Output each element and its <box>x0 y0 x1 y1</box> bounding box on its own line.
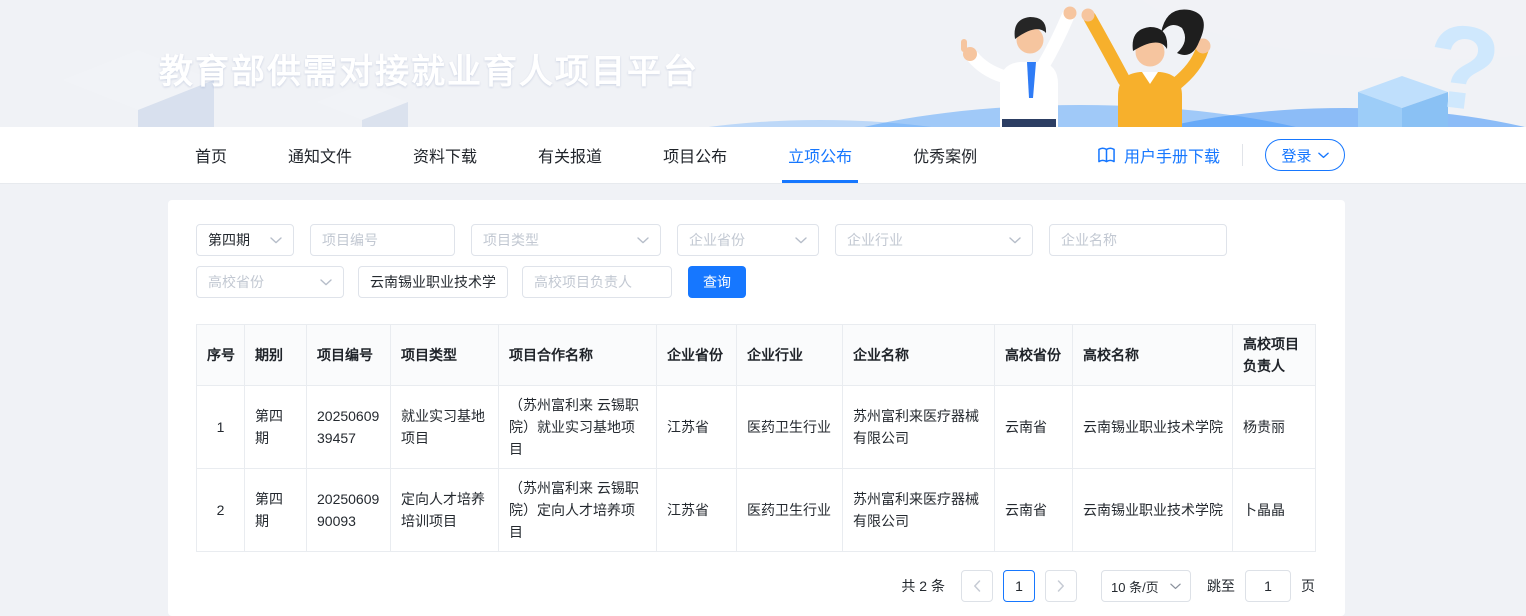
project-type-select-placeholder: 项目类型 <box>483 230 539 250</box>
chevron-down-icon <box>270 237 282 244</box>
cell-project-no: 2025060990093 <box>307 469 391 552</box>
chevron-right-icon <box>1057 580 1065 592</box>
total-count: 共 2 条 <box>901 576 945 596</box>
cell-period: 第四期 <box>245 386 307 469</box>
company-industry-select-placeholder: 企业行业 <box>847 230 903 250</box>
column-header-project-type: 项目类型 <box>391 325 499 386</box>
chevron-down-icon <box>320 279 332 286</box>
column-header-college-province: 高校省份 <box>995 325 1073 386</box>
jump-page-input[interactable] <box>1245 570 1291 602</box>
column-header-project-no: 项目编号 <box>307 325 391 386</box>
cell-company-province: 江苏省 <box>657 386 737 469</box>
nav-item-excellent-cases[interactable]: 优秀案例 <box>913 127 977 183</box>
chevron-down-icon <box>637 237 649 244</box>
cell-project-type: 定向人才培养培训项目 <box>391 469 499 552</box>
cell-company-name: 苏州富利来医疗器械有限公司 <box>843 469 995 552</box>
page-size-value: 10 条/页 <box>1111 577 1159 596</box>
company-province-select-placeholder: 企业省份 <box>689 230 745 250</box>
column-header-college-name: 高校名称 <box>1073 325 1233 386</box>
search-button[interactable]: 查询 <box>688 266 746 298</box>
chevron-left-icon <box>973 580 981 592</box>
cell-company-name: 苏州富利来医疗器械有限公司 <box>843 386 995 469</box>
nav-right: 用户手册下载 登录 <box>1097 139 1345 171</box>
cell-company-industry: 医药卫生行业 <box>737 386 843 469</box>
banner: ? 教育部供需对接就业育人项目平台 <box>0 0 1526 127</box>
cell-college-name: 云南锡业职业技术学院 <box>1073 386 1233 469</box>
filter-row-1: 第四期 项目类型 企业省份 企业行业 <box>196 224 1315 256</box>
nav-item-downloads[interactable]: 资料下载 <box>413 127 477 183</box>
column-header-cooperation-name: 项目合作名称 <box>499 325 657 386</box>
cell-cooperation-name: （苏州富利来 云锡职院）就业实习基地项目 <box>499 386 657 469</box>
column-header-company-industry: 企业行业 <box>737 325 843 386</box>
cell-company-province: 江苏省 <box>657 469 737 552</box>
cell-project-no: 2025060939457 <box>307 386 391 469</box>
cell-college-leader: 卜晶晶 <box>1233 469 1316 552</box>
page-unit-label: 页 <box>1301 576 1315 596</box>
period-select[interactable]: 第四期 <box>196 224 294 256</box>
page-title: 教育部供需对接就业育人项目平台 <box>159 44 699 93</box>
cell-period: 第四期 <box>245 469 307 552</box>
nav-item-project-announcement[interactable]: 项目公布 <box>663 127 727 183</box>
nav-items: 首页 通知文件 资料下载 有关报道 项目公布 立项公布 优秀案例 <box>195 127 977 183</box>
company-industry-select[interactable]: 企业行业 <box>835 224 1033 256</box>
college-name-input[interactable] <box>358 266 508 298</box>
login-label: 登录 <box>1281 145 1311 166</box>
table-row: 1 第四期 2025060939457 就业实习基地项目 （苏州富利来 云锡职院… <box>197 386 1316 469</box>
filter-row-2: 高校省份 查询 <box>196 266 1315 298</box>
cell-project-type: 就业实习基地项目 <box>391 386 499 469</box>
college-province-select[interactable]: 高校省份 <box>196 266 344 298</box>
chevron-down-icon <box>795 237 807 244</box>
page-size-select[interactable]: 10 条/页 <box>1101 570 1191 602</box>
page-1-button[interactable]: 1 <box>1003 570 1035 602</box>
cell-seq: 2 <box>197 469 245 552</box>
period-select-value: 第四期 <box>208 230 250 250</box>
chevron-down-icon <box>1170 583 1181 590</box>
column-header-seq: 序号 <box>197 325 245 386</box>
column-header-period: 期别 <box>245 325 307 386</box>
manual-download-label: 用户手册下载 <box>1124 143 1220 167</box>
jump-to-label: 跳至 <box>1207 576 1235 596</box>
cell-seq: 1 <box>197 386 245 469</box>
project-no-input[interactable] <box>310 224 455 256</box>
book-icon <box>1097 147 1116 164</box>
column-header-college-leader: 高校项目负责人 <box>1233 325 1316 386</box>
content-card: 第四期 项目类型 企业省份 企业行业 高校省份 查询 <box>168 200 1345 616</box>
chevron-down-icon <box>1318 152 1329 159</box>
nav-item-notice-files[interactable]: 通知文件 <box>288 127 352 183</box>
column-header-company-name: 企业名称 <box>843 325 995 386</box>
navbar: 首页 通知文件 资料下载 有关报道 项目公布 立项公布 优秀案例 用户手册下载 … <box>0 127 1526 184</box>
cell-college-name: 云南锡业职业技术学院 <box>1073 469 1233 552</box>
nav-item-reports[interactable]: 有关报道 <box>538 127 602 183</box>
table-header-row: 序号 期别 项目编号 项目类型 项目合作名称 企业省份 企业行业 企业名称 高校… <box>197 325 1316 386</box>
login-button[interactable]: 登录 <box>1265 139 1345 171</box>
table-row: 2 第四期 2025060990093 定向人才培养培训项目 （苏州富利来 云锡… <box>197 469 1316 552</box>
college-leader-input[interactable] <box>522 266 672 298</box>
project-type-select[interactable]: 项目类型 <box>471 224 661 256</box>
cell-cooperation-name: （苏州富利来 云锡职院）定向人才培养项目 <box>499 469 657 552</box>
cell-college-province: 云南省 <box>995 386 1073 469</box>
company-name-input[interactable] <box>1049 224 1227 256</box>
manual-download-link[interactable]: 用户手册下载 <box>1097 143 1220 167</box>
college-province-select-placeholder: 高校省份 <box>208 272 264 292</box>
results-table: 序号 期别 项目编号 项目类型 项目合作名称 企业省份 企业行业 企业名称 高校… <box>196 324 1316 552</box>
nav-divider <box>1242 144 1243 166</box>
cell-college-province: 云南省 <box>995 469 1073 552</box>
svg-text:?: ? <box>1419 0 1507 127</box>
cell-company-industry: 医药卫生行业 <box>737 469 843 552</box>
prev-page-button[interactable] <box>961 570 993 602</box>
pagination: 共 2 条 1 10 条/页 跳至 页 <box>196 570 1315 602</box>
next-page-button[interactable] <box>1045 570 1077 602</box>
chevron-down-icon <box>1009 237 1021 244</box>
nav-item-approval-announcement[interactable]: 立项公布 <box>788 127 852 183</box>
column-header-company-province: 企业省份 <box>657 325 737 386</box>
cell-college-leader: 杨贵丽 <box>1233 386 1316 469</box>
company-province-select[interactable]: 企业省份 <box>677 224 819 256</box>
nav-item-home[interactable]: 首页 <box>195 127 227 183</box>
